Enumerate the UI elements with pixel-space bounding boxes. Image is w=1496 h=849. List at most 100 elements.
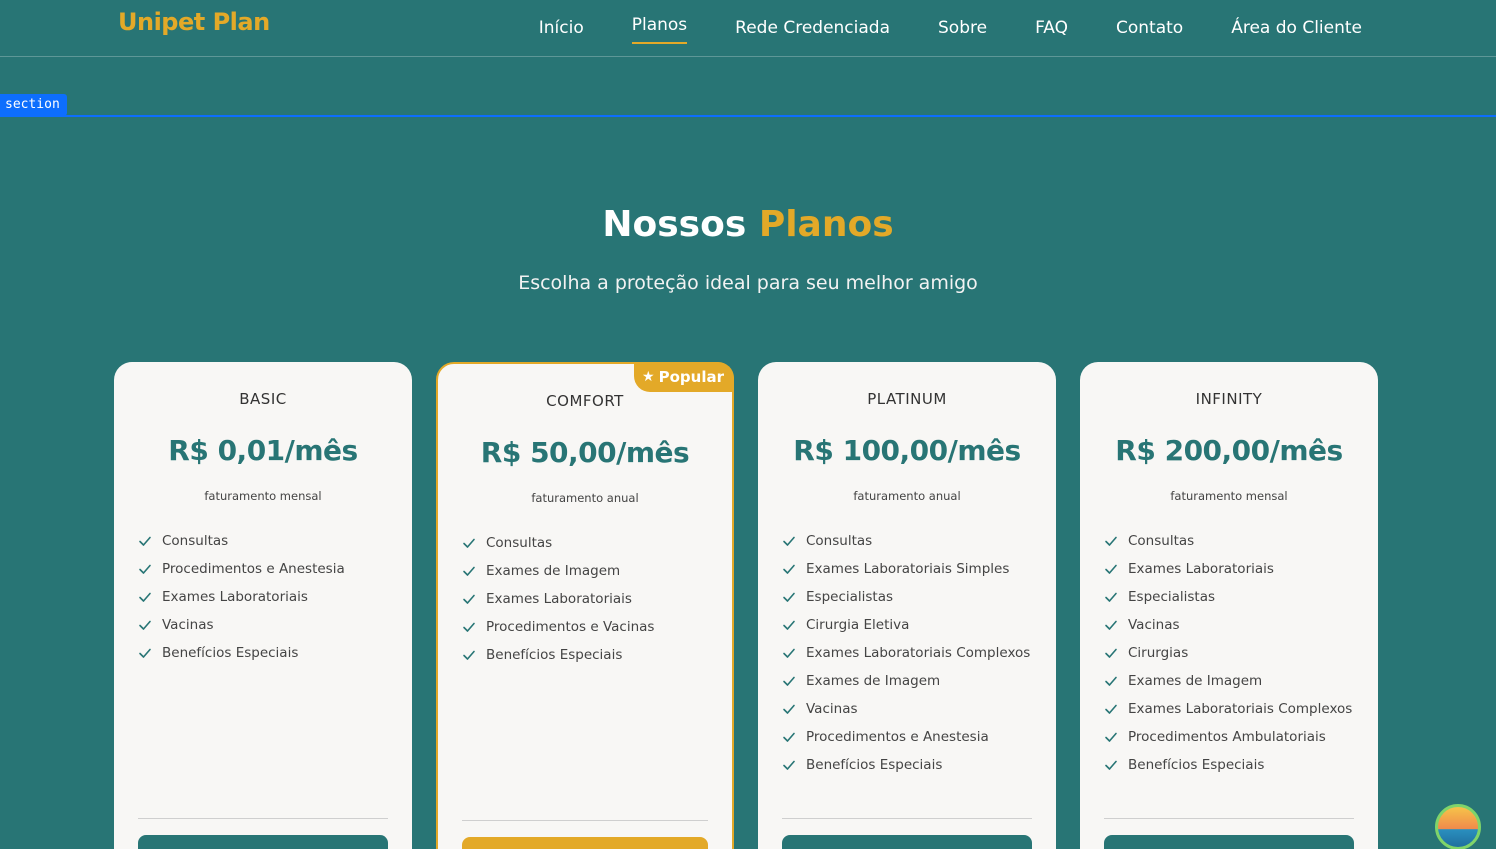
plan-card-platinum: PLATINUM R$ 100,00/mês faturamento anual… — [758, 362, 1056, 849]
feature-item: Vacinas — [782, 695, 1030, 723]
plan-name: BASIC — [239, 390, 287, 408]
card-divider — [782, 818, 1032, 819]
popular-badge: ★ Popular — [634, 362, 734, 392]
feature-label: Vacinas — [162, 617, 214, 633]
plan-card-infinity: INFINITY R$ 200,00/mês faturamento mensa… — [1080, 362, 1378, 849]
title-part-2: Planos — [758, 204, 894, 245]
feature-item: Procedimentos e Anestesia — [782, 723, 1030, 751]
feature-label: Benefícios Especiais — [486, 647, 623, 663]
feature-item: Consultas — [138, 527, 345, 555]
feature-item: Especialistas — [782, 583, 1030, 611]
nav-sobre[interactable]: Sobre — [938, 18, 987, 38]
feature-label: Procedimentos e Anestesia — [806, 729, 989, 745]
check-icon — [463, 650, 475, 660]
check-icon — [139, 620, 151, 630]
feature-label: Benefícios Especiais — [806, 757, 943, 773]
plan-name: INFINITY — [1195, 390, 1263, 408]
feature-label: Consultas — [486, 535, 553, 551]
feature-label: Especialistas — [806, 589, 894, 605]
check-icon — [1105, 760, 1117, 770]
plan-price: R$ 200,00/mês — [1115, 434, 1343, 467]
check-icon — [139, 564, 151, 574]
feature-item: Benefícios Especiais — [782, 751, 1030, 779]
feature-label: Exames Laboratoriais Complexos — [1128, 701, 1353, 717]
logo[interactable]: Unipet Plan — [118, 8, 270, 36]
feature-item: Consultas — [1104, 527, 1352, 555]
plan-price: R$ 0,01/mês — [168, 434, 358, 467]
feature-list: Consultas Procedimentos e Anestesia Exames… — [138, 527, 345, 667]
subscribe-button[interactable] — [782, 835, 1032, 849]
feature-item: Exames de Imagem — [462, 557, 654, 585]
feature-item: Exames de Imagem — [782, 667, 1030, 695]
nav-inicio[interactable]: Início — [539, 18, 584, 38]
feature-item: Cirurgias — [1104, 639, 1352, 667]
feature-label: Exames Laboratoriais — [162, 589, 308, 605]
check-icon — [1105, 732, 1117, 742]
feature-label: Procedimentos e Anestesia — [162, 561, 345, 577]
feature-item: Especialistas — [1104, 583, 1352, 611]
plan-price: R$ 50,00/mês — [480, 436, 690, 469]
feature-item: Benefícios Especiais — [462, 641, 654, 669]
check-icon — [1105, 564, 1117, 574]
section-debug-tag: section — [0, 94, 67, 116]
feature-label: Vacinas — [1128, 617, 1180, 633]
subscribe-button[interactable] — [462, 837, 708, 849]
feature-label: Vacinas — [806, 701, 858, 717]
feature-item: Benefícios Especiais — [138, 639, 345, 667]
feature-item: Procedimentos e Vacinas — [462, 613, 654, 641]
feature-item: Benefícios Especiais — [1104, 751, 1352, 779]
nav-area-do-cliente[interactable]: Área do Cliente — [1231, 18, 1362, 38]
feature-item: Vacinas — [138, 611, 345, 639]
subscribe-button[interactable] — [1104, 835, 1354, 849]
feature-item: Cirurgia Eletiva — [782, 611, 1030, 639]
plan-billing: faturamento mensal — [204, 489, 322, 503]
title-part-1: Nossos — [602, 204, 747, 245]
main-nav: Início Planos Rede Credenciada Sobre FAQ… — [491, 0, 1362, 56]
feature-item: Procedimentos e Anestesia — [138, 555, 345, 583]
feature-label: Benefícios Especiais — [162, 645, 299, 661]
feature-label: Cirurgia Eletiva — [806, 617, 910, 633]
feature-label: Exames Laboratoriais — [486, 591, 632, 607]
support-avatar-button[interactable] — [1435, 804, 1481, 849]
plan-name: PLATINUM — [867, 390, 947, 408]
feature-list: Consultas Exames Laboratoriais Especialist… — [1104, 527, 1352, 779]
check-icon — [783, 564, 795, 574]
plan-price: R$ 100,00/mês — [793, 434, 1021, 467]
feature-label: Procedimentos e Vacinas — [486, 619, 655, 635]
check-icon — [783, 536, 795, 546]
feature-list: Consultas Exames Laboratoriais Simples Esp… — [782, 527, 1030, 779]
feature-item: Consultas — [462, 529, 654, 557]
feature-label: Cirurgias — [1128, 645, 1189, 661]
nav-planos[interactable]: Planos — [631, 15, 688, 44]
plan-card-comfort: ★ Popular COMFORT R$ 50,00/mês faturamen… — [436, 362, 734, 849]
feature-item: Exames de Imagem — [1104, 667, 1352, 695]
nav-faq[interactable]: FAQ — [1035, 18, 1068, 38]
feature-item: Exames Laboratoriais Complexos — [1104, 695, 1352, 723]
check-icon — [1105, 592, 1117, 602]
check-icon — [463, 566, 475, 576]
feature-label: Consultas — [806, 533, 873, 549]
card-divider — [462, 820, 708, 821]
nav-rede-credenciada[interactable]: Rede Credenciada — [735, 18, 890, 38]
feature-label: Consultas — [162, 533, 229, 549]
feature-label: Especialistas — [1128, 589, 1216, 605]
feature-item: Consultas — [782, 527, 1030, 555]
feature-label: Procedimentos Ambulatoriais — [1128, 729, 1326, 745]
check-icon — [783, 620, 795, 630]
feature-label: Exames Laboratoriais — [1128, 561, 1274, 577]
feature-label: Exames Laboratoriais Complexos — [806, 645, 1031, 661]
check-icon — [783, 676, 795, 686]
feature-item: Exames Laboratoriais Simples — [782, 555, 1030, 583]
check-icon — [783, 760, 795, 770]
plan-name: COMFORT — [546, 392, 624, 410]
star-icon: ★ — [642, 369, 655, 385]
check-icon — [463, 538, 475, 548]
popular-badge-label: Popular — [658, 368, 724, 386]
subscribe-button[interactable] — [138, 835, 388, 849]
nav-contato[interactable]: Contato — [1116, 18, 1183, 38]
check-icon — [1105, 536, 1117, 546]
check-icon — [463, 594, 475, 604]
feature-label: Exames de Imagem — [1128, 673, 1263, 689]
check-icon — [783, 704, 795, 714]
check-icon — [783, 592, 795, 602]
